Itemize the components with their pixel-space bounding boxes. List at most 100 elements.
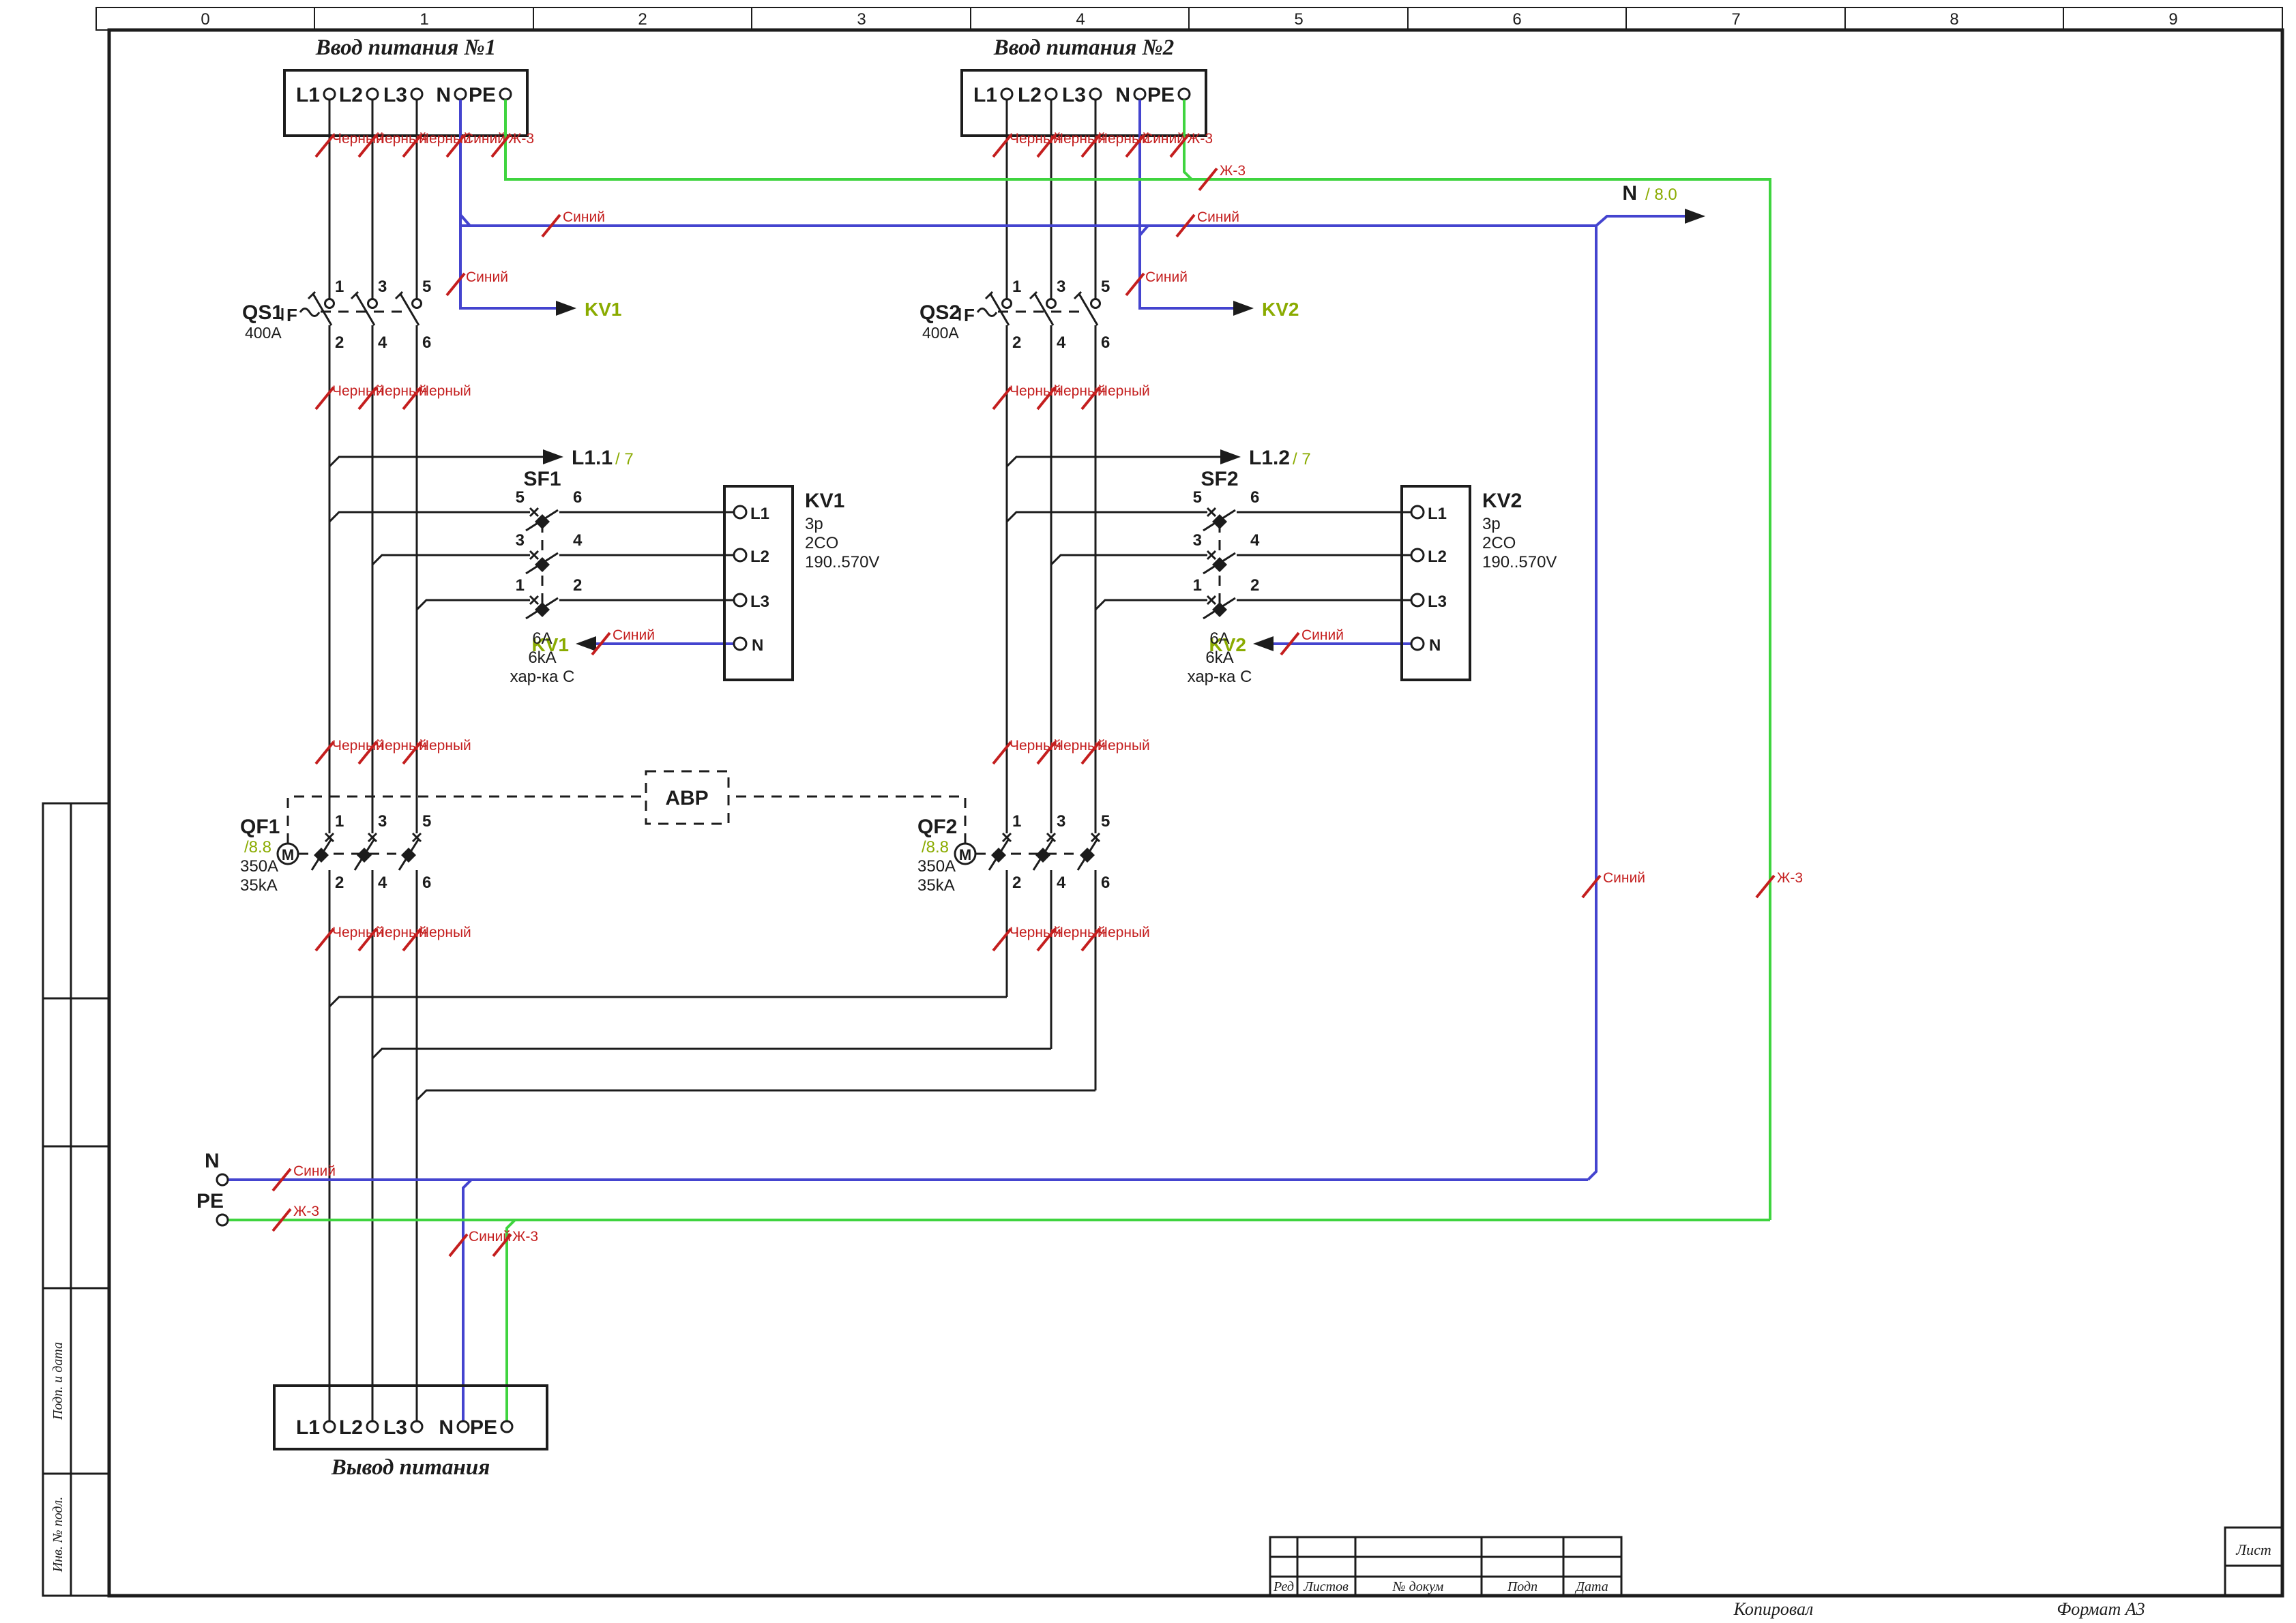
ruler-6: 6 — [1512, 10, 1521, 29]
wire-label: Черный — [1098, 383, 1150, 399]
qs2-pin6: 6 — [1101, 333, 1110, 352]
sf2-pin5: 5 — [1193, 488, 1202, 507]
format-label: Формат А3 — [2057, 1599, 2145, 1619]
input2-pe-terminal — [1177, 87, 1191, 101]
input2-title: Ввод питания №2 — [993, 35, 1175, 60]
merge-l1 — [328, 996, 1007, 1008]
qs1-f-symbol: F — [286, 305, 297, 325]
input2-l3-terminal — [1089, 87, 1102, 101]
sf1-pin4: 4 — [573, 531, 583, 550]
sf1-pin3: 3 — [516, 531, 525, 550]
ruler-3: 3 — [857, 10, 866, 29]
titleblock-col-rev: Ред — [1273, 1579, 1294, 1594]
sheet-number-label: Лист — [2235, 1541, 2271, 1558]
sf1-pin1: 1 — [516, 576, 525, 595]
kv1-n-arrow-icon — [576, 636, 596, 651]
l12-ref: L1.2 — [1249, 447, 1290, 469]
qs1-pin2: 2 — [335, 333, 344, 352]
qf2-pin2: 2 — [1012, 874, 1021, 892]
kv2-term-l2: L2 — [1428, 548, 1447, 566]
wire-label: Ж-3 — [1187, 131, 1213, 147]
input1-l3-terminal — [410, 87, 424, 101]
qf1-sheet-ref: /8.8 — [244, 838, 271, 857]
sf1-char: хар-ка C — [510, 668, 575, 686]
sf1-pin5: 5 — [516, 488, 525, 507]
qf1-motor-label: M — [282, 846, 294, 863]
qs2-pin3: 3 — [1057, 278, 1065, 296]
kv1-name: KV1 — [805, 490, 844, 512]
qs1-poles — [307, 291, 422, 326]
wire-label: Синий — [469, 1229, 511, 1245]
qf2-pin5: 5 — [1101, 812, 1110, 831]
wire-label: Синий — [613, 627, 655, 643]
input2-l2-label: L2 — [1018, 84, 1042, 106]
qs1-pin6: 6 — [422, 333, 431, 352]
copied-label: Копировал — [1733, 1599, 1814, 1619]
qs1-pin1: 1 — [335, 278, 344, 296]
qf2-motor-label: M — [959, 846, 971, 863]
kv1-branch-ref: KV1 — [585, 299, 621, 320]
l11-branch-wire — [328, 456, 543, 468]
ruler-1: 1 — [420, 10, 428, 29]
wire-label: Ж-3 — [1220, 163, 1246, 179]
wire-label: Черный — [1098, 925, 1150, 940]
output-l1-terminal — [323, 1420, 336, 1433]
reference-arrows: KV1 KV2 L1.1 / 7 L1.2 / 7 N / 8.0 KV1 KV… — [532, 182, 1705, 655]
qf2-sheet-ref: /8.8 — [922, 838, 949, 857]
qs2-poles — [984, 291, 1101, 326]
sf1-feed-l1 — [328, 511, 530, 523]
qf1-name: QF1 — [240, 816, 280, 838]
l12-arrow-icon — [1220, 449, 1241, 464]
qf2-pin4: 4 — [1057, 874, 1066, 892]
qf1-pin3: 3 — [378, 812, 387, 831]
n-ref-stub — [1595, 215, 1685, 227]
l12-sheet-ref: / 7 — [1293, 450, 1311, 468]
kv2-contacts: 2CO — [1482, 534, 1516, 552]
kv1-relay: L1 L2 L3 N KV1 3p 2CO 190..570V — [723, 485, 879, 681]
input2-n-label: N — [1115, 84, 1130, 106]
sf1-amp: 6A — [532, 629, 552, 648]
qs2-rating: 400A — [922, 324, 959, 342]
input1-l2-label: L2 — [339, 84, 363, 106]
sf2-pin4: 4 — [1250, 531, 1260, 550]
qf2-pin1: 1 — [1012, 812, 1021, 831]
sf1-feed-l2 — [371, 554, 530, 566]
titleblock-col-sign: Подп — [1507, 1579, 1537, 1594]
qf1-amp: 350A — [240, 857, 278, 876]
input1-n-terminal — [454, 87, 467, 101]
ruler-9: 9 — [2168, 10, 2177, 29]
kv1-contacts: 2CO — [805, 534, 838, 552]
sidebar-label-podp: Подп. и дата — [50, 1342, 65, 1420]
ruler-5: 5 — [1294, 10, 1303, 29]
kv1-poles: 3p — [805, 515, 823, 533]
qs2-pin1: 1 — [1012, 278, 1021, 296]
qs1-name: QS1 — [242, 301, 283, 324]
title-block: Ред Листов № докум Подп Дата Лист Копиро… — [1269, 1526, 2284, 1619]
sf2-feed-l3 — [1094, 599, 1207, 611]
sf2-breaker: SF2 5 6 3 4 1 2 6A 6kA хар-ка C — [1188, 468, 1260, 686]
qf2-amp: 350A — [917, 857, 956, 876]
l12-branch-wire — [1005, 456, 1220, 468]
n-sheet-arrow-icon — [1685, 209, 1705, 224]
sf2-pin1: 1 — [1193, 576, 1202, 595]
input1-l3-label: L3 — [383, 84, 407, 106]
ruler-7: 7 — [1731, 10, 1740, 29]
l11-sheet-ref: / 7 — [615, 450, 634, 468]
sf2-pin3: 3 — [1193, 531, 1202, 550]
input2-l3-label: L3 — [1062, 84, 1086, 106]
sheet-number-cell — [2224, 1526, 2284, 1597]
wire-label: Ж-3 — [293, 1204, 319, 1219]
qs1-rating: 400A — [245, 324, 282, 342]
sf2-pin2: 2 — [1250, 576, 1259, 595]
qs2-switch: QS2 400A F 1 3 5 2 4 6 — [919, 278, 1110, 352]
sf1-breaker: SF1 5 6 3 4 1 2 6A 6kA хар-ка C — [510, 468, 583, 686]
left-sidebar: Подп. и дата Инв. № подл. — [42, 802, 111, 1597]
n-source-terminal — [216, 1173, 229, 1187]
qs2-pin4: 4 — [1057, 333, 1066, 352]
pe-row-label: PE — [196, 1190, 224, 1212]
schematic-sheet: 0 1 2 3 4 5 6 7 8 9 Подп. и дата Инв. № … — [0, 0, 2296, 1623]
n-bus-vertical — [1587, 226, 1598, 1181]
input1-l1-terminal — [323, 87, 336, 101]
wire-label: Черный — [1098, 738, 1150, 754]
neutral-wires — [228, 100, 1685, 1421]
